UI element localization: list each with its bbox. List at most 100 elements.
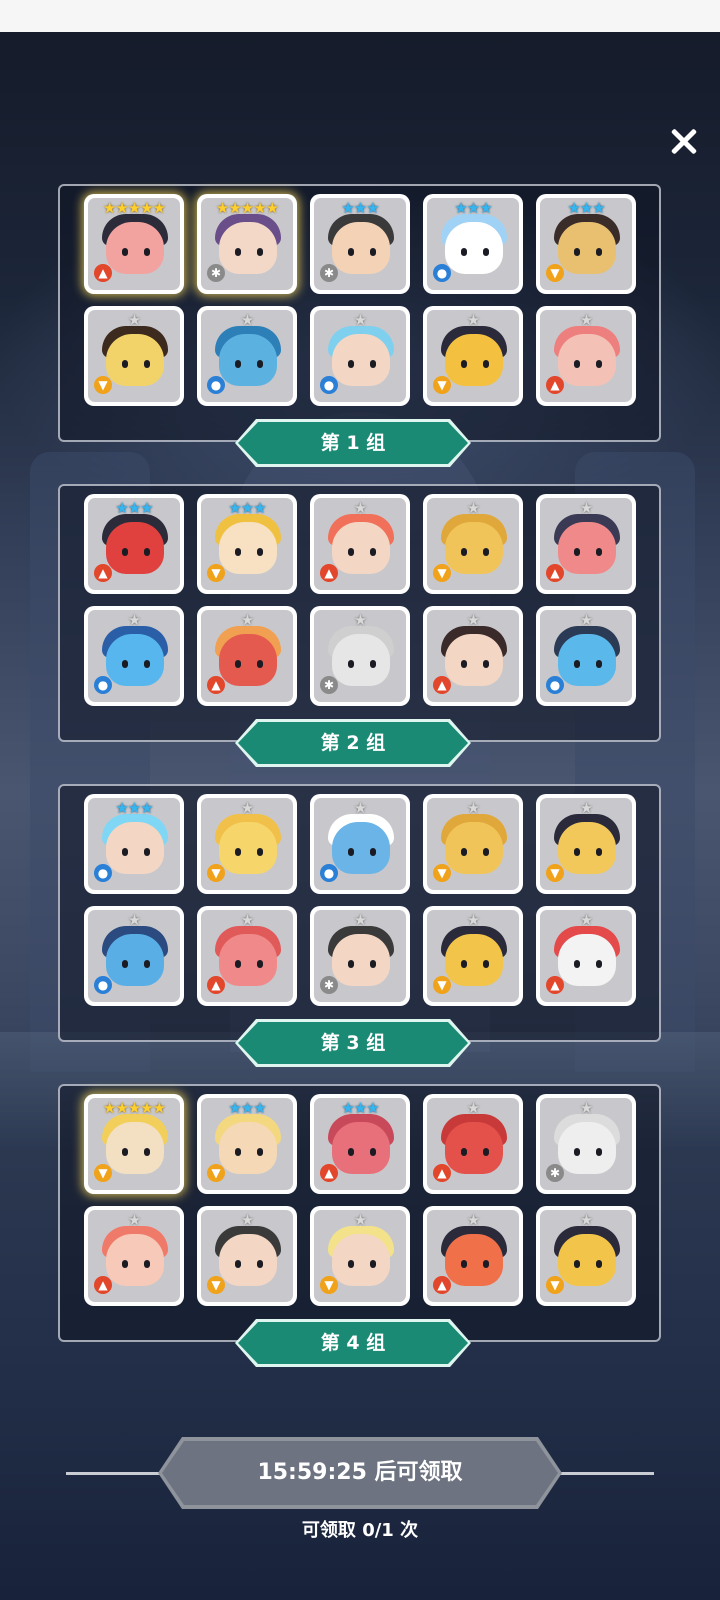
star-rating: ★★★ — [228, 1099, 266, 1117]
hero-card[interactable]: ★ ● — [84, 906, 184, 1006]
hero-card[interactable]: ★ ▼ — [423, 306, 523, 406]
hero-card[interactable]: ★★★ ▼ — [536, 194, 636, 294]
hero-eye — [257, 660, 263, 668]
hero-eye — [144, 960, 150, 968]
hero-eye — [461, 848, 467, 856]
hero-eye — [574, 248, 580, 256]
hero-face — [332, 1234, 390, 1286]
hero-eye — [574, 360, 580, 368]
hero-eye — [483, 960, 489, 968]
star-rating: ★★★ — [341, 199, 379, 217]
hero-card[interactable]: ★ ▲ — [197, 606, 297, 706]
hero-card[interactable]: ★ ▲ — [197, 906, 297, 1006]
hero-card[interactable]: ★ ▲ — [423, 1206, 523, 1306]
hero-face — [219, 1234, 277, 1286]
hero-portrait: ★ ✱ — [540, 1098, 632, 1190]
hero-card[interactable]: ★★★★★ ▲ — [84, 194, 184, 294]
hero-card[interactable]: ★ ▼ — [84, 306, 184, 406]
hero-card[interactable]: ★ ▼ — [536, 1206, 636, 1306]
hero-card[interactable]: ★ ▼ — [197, 1206, 297, 1306]
hero-card[interactable]: ★ ▲ — [310, 494, 410, 594]
hero-card[interactable]: ★ ▲ — [536, 306, 636, 406]
hero-portrait: ★ ● — [314, 310, 406, 402]
hero-card-grid: ★★★ ● ★ ▼ ★ ● ★ ▼ ★ ▼ ★ ● ★ ▲ ★ ✱ ★ ▼ ★ ▲ — [84, 794, 644, 1006]
claim-count-text: 可领取 0/1 次 — [301, 1520, 419, 1541]
hero-eye — [596, 848, 602, 856]
hero-card[interactable]: ★ ● — [84, 606, 184, 706]
hero-eye — [370, 548, 376, 556]
star-rating: ★ — [466, 311, 480, 329]
group-panel-4: ★★★★★ ▼ ★★★ ▼ ★★★ ▲ ★ ▲ ★ ✱ ★ ▲ ★ ▼ ★ ▼ ★ ▲ ★ ▼ — [58, 1084, 661, 1342]
hero-face — [332, 822, 390, 874]
hero-card[interactable]: ★★★ ▼ — [197, 494, 297, 594]
hero-card[interactable]: ★ ▲ — [84, 1206, 184, 1306]
wind-element-icon: ▼ — [207, 1276, 225, 1294]
star-rating: ★ — [240, 799, 254, 817]
hero-card[interactable]: ★★★ ▼ — [197, 1094, 297, 1194]
hero-eye — [461, 360, 467, 368]
hero-card[interactable]: ★ ✱ — [536, 1094, 636, 1194]
hero-card[interactable]: ★★★★★ ▼ — [84, 1094, 184, 1194]
hero-eye — [144, 248, 150, 256]
hero-card[interactable]: ★ ▼ — [423, 906, 523, 1006]
hero-face — [445, 822, 503, 874]
star-rating: ★ — [353, 1211, 367, 1229]
fire-element-icon: ▲ — [320, 1164, 338, 1182]
hero-card[interactable]: ★★★ ✱ — [310, 194, 410, 294]
hero-eye — [348, 1148, 354, 1156]
fire-element-icon: ▲ — [546, 376, 564, 394]
hero-card[interactable]: ★ ▼ — [423, 494, 523, 594]
hero-face — [219, 934, 277, 986]
hero-card[interactable]: ★ ● — [310, 306, 410, 406]
hero-card[interactable]: ★★★ ● — [84, 794, 184, 894]
hero-card[interactable]: ★★★ ▲ — [310, 1094, 410, 1194]
hero-eye — [596, 960, 602, 968]
claim-button[interactable]: 15:59:25 后可领取 — [162, 1441, 558, 1505]
hero-portrait: ★★★★★ ▼ — [88, 1098, 180, 1190]
water-element-icon: ● — [94, 864, 112, 882]
hero-card[interactable]: ★ ✱ — [310, 906, 410, 1006]
hero-face — [106, 334, 164, 386]
hero-eye — [483, 548, 489, 556]
hero-eye — [574, 848, 580, 856]
hero-card[interactable]: ★ ● — [310, 794, 410, 894]
group-label-3: 第 3 组 — [238, 1022, 468, 1064]
close-icon[interactable] — [664, 122, 704, 162]
hero-card[interactable]: ★ ▼ — [423, 794, 523, 894]
hero-card[interactable]: ★ ▲ — [423, 606, 523, 706]
hero-portrait: ★ ▲ — [427, 1210, 519, 1302]
hero-eye — [235, 248, 241, 256]
hero-eye — [257, 548, 263, 556]
star-rating: ★★★★★ — [102, 1099, 166, 1117]
hero-card[interactable]: ★ ▲ — [423, 1094, 523, 1194]
hero-eye — [122, 960, 128, 968]
hero-eye — [235, 1260, 241, 1268]
hero-face — [332, 222, 390, 274]
hero-eye — [461, 1260, 467, 1268]
hero-card[interactable]: ★★★★★ ✱ — [197, 194, 297, 294]
hero-card[interactable]: ★ ▼ — [310, 1206, 410, 1306]
hero-card[interactable]: ★★★ ▲ — [84, 494, 184, 594]
hero-card[interactable]: ★ ● — [197, 306, 297, 406]
hero-eye — [348, 360, 354, 368]
star-rating: ★ — [240, 311, 254, 329]
hero-card[interactable]: ★ ▲ — [536, 494, 636, 594]
hero-card[interactable]: ★ ● — [536, 606, 636, 706]
hero-portrait: ★ ▼ — [427, 910, 519, 1002]
hero-eye — [596, 660, 602, 668]
hero-portrait: ★ ▼ — [540, 798, 632, 890]
hero-eye — [144, 360, 150, 368]
hero-card[interactable]: ★ ▼ — [536, 794, 636, 894]
hero-card[interactable]: ★ ▼ — [197, 794, 297, 894]
star-rating: ★ — [579, 611, 593, 629]
hero-eye — [257, 848, 263, 856]
hero-card[interactable]: ★ ▲ — [536, 906, 636, 1006]
hero-portrait: ★ ● — [314, 798, 406, 890]
hero-portrait: ★ ▲ — [88, 1210, 180, 1302]
wind-element-icon: ▼ — [207, 864, 225, 882]
wind-element-icon: ▼ — [207, 564, 225, 582]
hero-eye — [348, 248, 354, 256]
hero-card[interactable]: ★★★ ● — [423, 194, 523, 294]
hero-eye — [483, 660, 489, 668]
hero-card[interactable]: ★ ✱ — [310, 606, 410, 706]
